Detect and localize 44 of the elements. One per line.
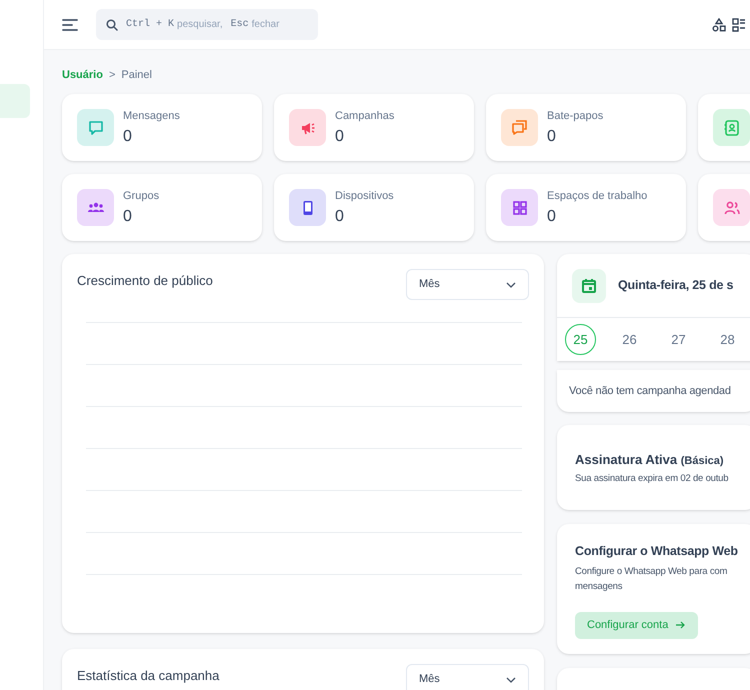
search-placeholder: pesquisar,	[177, 18, 223, 32]
layout-icon[interactable]	[732, 18, 746, 32]
subscription-title: Assinatura Ativa (Básica)	[575, 451, 725, 470]
empty-message: Você não tem campanha agendad	[569, 384, 731, 399]
period-select[interactable]: Mês	[406, 269, 529, 300]
stat-label: Bate-papos	[547, 109, 604, 124]
shortcut-hint: Ctrl + K	[126, 18, 174, 32]
stat-label: Dispositivos	[335, 189, 394, 204]
card-title: Crescimento de público	[77, 272, 213, 290]
shapes-icon[interactable]	[712, 18, 726, 32]
date-button[interactable]: 28	[712, 324, 743, 355]
date-title: Quinta-feira, 25 de s	[618, 277, 734, 294]
calendar-icon	[581, 278, 597, 294]
stat-label: Espaços de trabalho	[547, 189, 648, 204]
breadcrumb-current: Painel	[121, 68, 152, 83]
stat-label: Grupos	[123, 189, 160, 204]
period-select[interactable]: Mês	[406, 664, 529, 690]
search-icon	[106, 18, 118, 30]
stat-label: Mensagens	[123, 109, 180, 124]
stat-label: Campanhas	[335, 109, 394, 124]
date-button[interactable]: 27	[663, 324, 694, 355]
date-button[interactable]: 26	[614, 324, 645, 355]
card-title: Estatística da campanha	[77, 667, 220, 685]
subscription-expiry: Sua assinatura expira em 02 de outub	[575, 472, 730, 485]
stat-value: 0	[547, 126, 557, 147]
breadcrumb-separator: >	[108, 68, 116, 83]
escape-hint: Esc	[230, 18, 249, 32]
stat-value: 0	[335, 206, 345, 227]
menu-icon[interactable]	[62, 18, 78, 32]
stat-value: 0	[123, 206, 133, 227]
search-field[interactable]: Ctrl + K pesquisar, Esc fechar	[96, 9, 318, 40]
stat-value: 0	[123, 126, 133, 147]
description-line: mensagens	[575, 580, 622, 594]
description-line: Configure o Whatsapp Web para com	[575, 564, 728, 579]
card-title: Configurar o Whatsapp Web	[575, 543, 738, 560]
chevron-down-icon	[506, 676, 516, 682]
arrow-right-icon	[676, 621, 686, 630]
stat-value: 0	[335, 126, 345, 147]
configure-account-button[interactable]: Configurar conta	[575, 612, 698, 639]
date-button[interactable]: 25	[565, 324, 596, 355]
chevron-down-icon	[506, 282, 516, 288]
breadcrumb-link[interactable]: Usuário	[62, 66, 103, 84]
search-placeholder: fechar	[252, 18, 280, 32]
stat-value: 0	[547, 206, 557, 227]
